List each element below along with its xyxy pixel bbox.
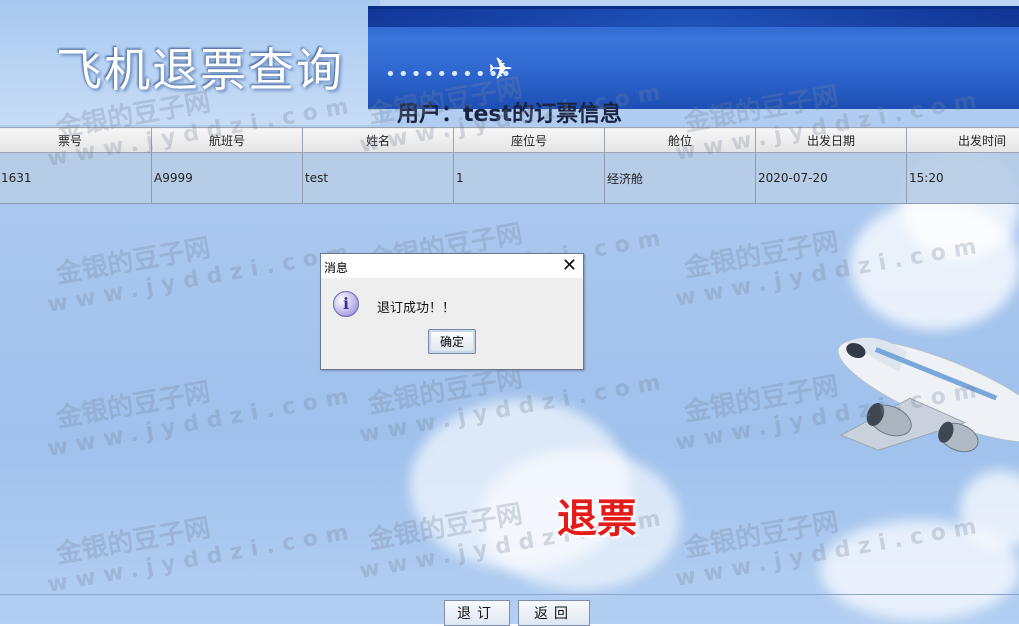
dialog-message: 退订成功！！ [377, 297, 455, 316]
banner-strip [368, 6, 1019, 109]
close-icon[interactable]: ✕ [562, 255, 577, 276]
ticket-table: 票号 航班号 姓名 座位号 舱位 出发日期 出发时间 1631 A9999 te… [0, 127, 1019, 204]
column-header-departure-date[interactable]: 出发日期 [756, 128, 907, 153]
refund-button[interactable]: 退订 [444, 600, 510, 626]
table-cell[interactable]: 经济舱 [605, 153, 756, 204]
message-dialog: 消息 ✕ i 退订成功！！ 确定 [320, 253, 584, 370]
column-header-name[interactable]: 姓名 [303, 128, 454, 153]
dialog-title: 消息 [324, 259, 348, 276]
table-cell[interactable]: A9999 [152, 153, 303, 204]
table-cell[interactable]: 1 [454, 153, 605, 204]
user-heading: 用户：test的订票信息 [0, 96, 1019, 128]
table-header-row: 票号 航班号 姓名 座位号 舱位 出发日期 出发时间 [0, 128, 1019, 153]
column-header-seat-no[interactable]: 座位号 [454, 128, 605, 153]
airplane-icon: ✈ [488, 52, 513, 87]
column-header-ticket-no[interactable]: 票号 [0, 128, 152, 153]
column-header-cabin[interactable]: 舱位 [605, 128, 756, 153]
table-cell[interactable]: 1631 [0, 153, 152, 204]
info-icon: i [333, 291, 359, 317]
table-cell[interactable]: 15:20 [907, 153, 1019, 204]
table-cell[interactable]: 2020-07-20 [756, 153, 907, 204]
dialog-title-bar[interactable]: 消息 ✕ [321, 254, 583, 278]
table-cell[interactable]: test [303, 153, 454, 204]
column-header-flight-no[interactable]: 航班号 [152, 128, 303, 153]
page-title: 飞机退票查询 [56, 34, 344, 100]
airplane-illustration [820, 318, 1019, 488]
column-header-departure-time[interactable]: 出发时间 [907, 128, 1019, 153]
refund-overlay-label: 退票 [557, 486, 637, 544]
table-row[interactable]: 1631 A9999 test 1 经济舱 2020-07-20 15:20 [0, 153, 1019, 204]
ok-button[interactable]: 确定 [428, 329, 476, 354]
back-button[interactable]: 返回 [518, 600, 590, 626]
